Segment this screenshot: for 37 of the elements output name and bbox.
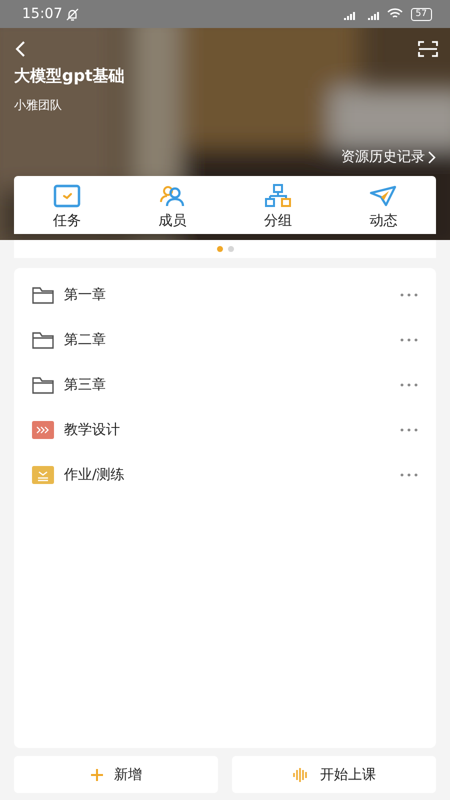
more-icon[interactable]: [400, 382, 418, 386]
resource-item[interactable]: 第一章: [14, 272, 436, 317]
chevrons-icon: [32, 420, 54, 438]
paper-plane-icon: [369, 184, 398, 208]
chevron-right-icon: [428, 150, 436, 164]
folder-icon: [32, 330, 54, 348]
muted-bell-icon: [66, 8, 80, 20]
resource-item[interactable]: 第二章: [14, 317, 436, 362]
more-icon[interactable]: [400, 338, 418, 342]
battery-level: 57: [410, 8, 432, 20]
folder-icon: [32, 286, 54, 304]
plus-icon: [90, 768, 104, 782]
feature-tab[interactable]: 任务: [14, 176, 120, 234]
wifi-icon: [386, 8, 403, 20]
course-title: 大模型gpt基础: [14, 66, 125, 87]
more-icon[interactable]: [400, 472, 418, 476]
resource-item[interactable]: 教学设计: [14, 407, 436, 452]
sound-wave-icon: [292, 766, 310, 782]
add-button[interactable]: 新增: [14, 756, 218, 793]
folder-icon: [32, 376, 54, 394]
feature-tab[interactable]: 成员: [120, 176, 225, 234]
download-tray-icon: [32, 466, 54, 484]
resource-item[interactable]: 第三章: [14, 362, 436, 407]
people-icon: [158, 184, 186, 208]
start-class-button[interactable]: 开始上课: [232, 756, 436, 793]
feature-tab[interactable]: 分组: [225, 176, 330, 234]
history-link[interactable]: 资源历史记录: [341, 148, 436, 166]
checkbox-icon: [52, 184, 81, 208]
more-icon[interactable]: [400, 428, 418, 432]
hierarchy-icon: [264, 184, 292, 208]
clock: 15:07: [22, 6, 62, 22]
more-icon[interactable]: [400, 292, 418, 296]
team-name: 小雅团队: [14, 97, 62, 114]
resource-item[interactable]: 作业/测练: [14, 452, 436, 497]
back-icon[interactable]: [14, 40, 26, 58]
feature-tab[interactable]: 动态: [330, 176, 436, 234]
scan-icon[interactable]: [418, 41, 438, 57]
